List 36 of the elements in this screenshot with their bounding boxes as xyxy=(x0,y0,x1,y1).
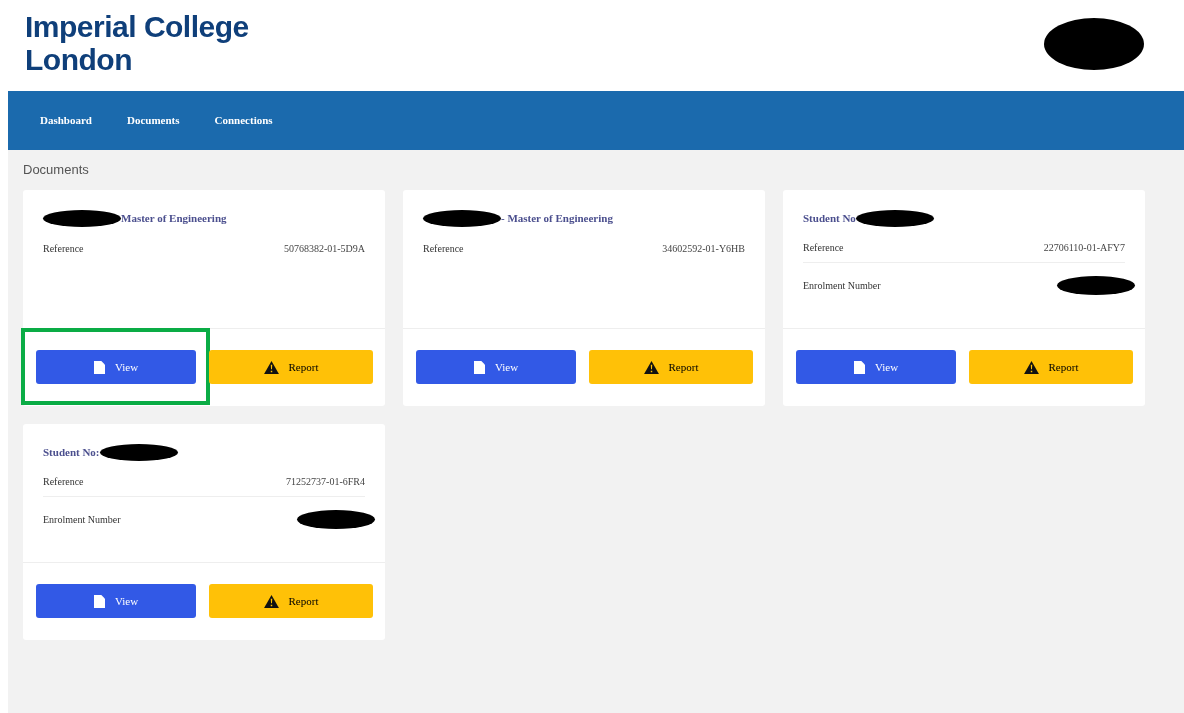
warning-icon xyxy=(263,360,279,374)
document-icon xyxy=(473,360,485,374)
nav-link[interactable]: Connections xyxy=(214,112,273,129)
report-button[interactable]: Report xyxy=(969,350,1133,384)
report-button[interactable]: Report xyxy=(209,584,373,618)
document-icon xyxy=(93,360,105,374)
view-button[interactable]: View xyxy=(36,350,196,384)
logo-text: London xyxy=(25,43,133,76)
field-label: Reference xyxy=(803,241,844,255)
page-title: Documents xyxy=(23,162,89,177)
card-heading: - Master of Engineering xyxy=(501,211,613,227)
field-value: 71252737-01-6FR4 xyxy=(286,475,365,489)
document-icon xyxy=(93,594,105,608)
card-heading: Master of Engineering xyxy=(121,211,227,227)
nav-link[interactable]: Dashboard xyxy=(40,112,92,129)
view-button[interactable]: View xyxy=(416,350,576,384)
field-value: 50768382-01-5D9A xyxy=(283,241,365,256)
field-value: 34602592-01-Y6HB xyxy=(662,241,745,256)
field-label: Reference xyxy=(423,241,464,256)
warning-icon xyxy=(263,594,279,608)
report-button[interactable]: Report xyxy=(589,350,753,384)
report-button[interactable]: Report xyxy=(209,350,373,384)
field-value: 22706110-01-AFY7 xyxy=(1043,241,1125,255)
logo-text: Imperial College xyxy=(25,10,249,43)
card-heading: Student No xyxy=(803,211,856,227)
card-heading: Student No: xyxy=(43,445,100,461)
field-label: Enrolment Number xyxy=(43,512,121,527)
warning-icon xyxy=(1023,360,1039,374)
view-button[interactable]: View xyxy=(796,350,956,384)
document-icon xyxy=(853,360,865,374)
field-label: Enrolment Number xyxy=(803,278,881,293)
warning-icon xyxy=(643,360,659,374)
view-button[interactable]: View xyxy=(36,584,196,618)
field-label: Reference xyxy=(43,241,84,256)
field-label: Reference xyxy=(43,475,84,489)
nav-link[interactable]: Documents xyxy=(126,112,180,129)
